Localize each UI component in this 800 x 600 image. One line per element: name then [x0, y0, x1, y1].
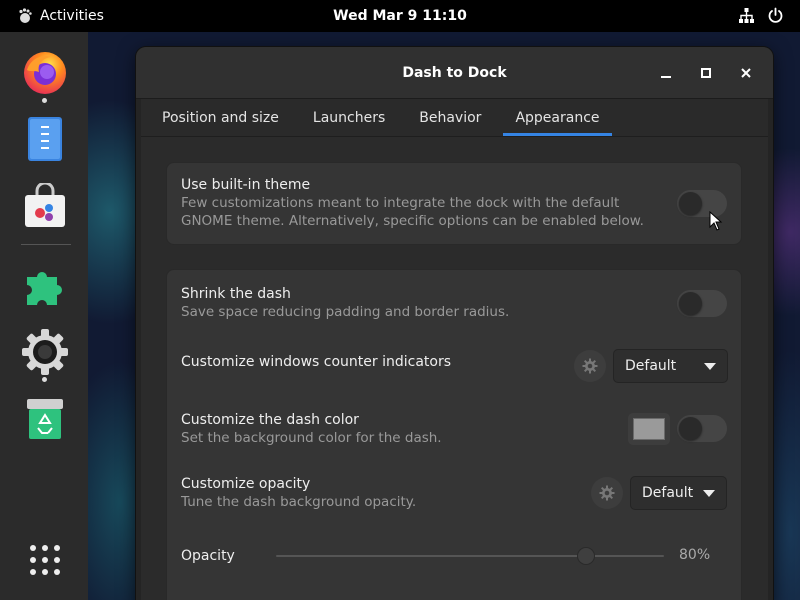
chevron-down-icon [703, 490, 715, 497]
builtin-theme-description-2: GNOME theme. Alternatively, specific opt… [181, 213, 644, 229]
system-tray[interactable] [738, 7, 784, 24]
switch-knob [679, 417, 702, 440]
builtin-theme-row: Use built-in theme Few customizations me… [181, 177, 727, 230]
switch-knob [679, 292, 702, 315]
tab-label: Appearance [515, 109, 600, 126]
shrink-dash-switch[interactable] [677, 290, 727, 317]
builtin-theme-label: Use built-in theme [181, 177, 311, 193]
dock-item-trash[interactable] [19, 392, 71, 444]
counter-indicators-dropdown[interactable]: Default [613, 349, 728, 383]
running-indicator [42, 377, 47, 382]
running-indicator [42, 98, 47, 103]
dock [0, 32, 88, 600]
preferences-window: Dash to Dock Position and size Launchers… [136, 47, 773, 600]
counter-indicators-settings-button[interactable] [574, 350, 606, 382]
dock-item-extensions[interactable] [19, 261, 71, 313]
gear-icon [582, 358, 598, 374]
gear-icon [599, 485, 615, 501]
dock-item-software[interactable] [19, 180, 71, 232]
extensions-icon [27, 272, 62, 305]
close-button[interactable] [731, 58, 761, 88]
software-icon [25, 183, 65, 227]
opacity-slider-track[interactable] [276, 555, 664, 557]
trash-icon [27, 399, 63, 439]
network-icon[interactable] [738, 7, 755, 24]
power-icon[interactable] [767, 7, 784, 24]
files-icon [28, 117, 62, 161]
minimize-button[interactable] [651, 58, 681, 88]
maximize-icon [701, 68, 711, 78]
tab-launchers[interactable]: Launchers [301, 99, 397, 136]
dash-color-switch[interactable] [677, 415, 727, 442]
switch-knob [679, 192, 702, 215]
window-title: Dash to Dock [402, 64, 507, 81]
dropdown-value: Default [625, 358, 677, 374]
dock-item-settings[interactable] [19, 326, 71, 378]
firefox-icon [24, 52, 66, 94]
opacity-value: 80% [679, 547, 711, 563]
show-apps-button[interactable] [19, 534, 71, 586]
clock-label[interactable]: Wed Mar 9 11:10 [333, 8, 467, 24]
dock-item-files[interactable] [19, 113, 71, 165]
shrink-dash-description: Save space reducing padding and border r… [181, 304, 510, 320]
dock-item-firefox[interactable] [19, 46, 71, 98]
chevron-down-icon [704, 363, 716, 370]
activities-button[interactable]: Activities [0, 8, 104, 24]
tab-bar: Position and size Launchers Behavior App… [141, 99, 768, 137]
dash-color-button[interactable] [628, 413, 670, 445]
dock-separator [21, 244, 71, 245]
appearance-options-card: Shrink the dash Save space reducing padd… [166, 269, 742, 600]
window-headerbar[interactable]: Dash to Dock [136, 47, 773, 99]
tab-label: Behavior [419, 109, 482, 126]
builtin-theme-description-1: Few customizations meant to integrate th… [181, 195, 620, 211]
tab-label: Position and size [162, 109, 279, 126]
builtin-theme-card: Use built-in theme Few customizations me… [166, 162, 742, 245]
clock: Wed Mar 9 11:10 [0, 8, 800, 24]
preferences-content: Position and size Launchers Behavior App… [141, 99, 768, 600]
maximize-button[interactable] [691, 58, 721, 88]
color-swatch [633, 418, 665, 440]
activities-label: Activities [40, 8, 104, 24]
mouse-pointer-icon [709, 211, 723, 231]
minimize-icon [661, 76, 671, 78]
tab-behavior[interactable]: Behavior [407, 99, 493, 136]
opacity-settings-button[interactable] [591, 477, 623, 509]
settings-icon [22, 329, 68, 375]
app-grid-icon [30, 545, 60, 575]
window-controls [651, 58, 761, 88]
dropdown-value: Default [642, 485, 694, 501]
opacity-mode-dropdown[interactable]: Default [630, 476, 727, 510]
top-bar: Activities Wed Mar 9 11:10 [0, 0, 800, 32]
tab-position-and-size[interactable]: Position and size [150, 99, 291, 136]
shrink-dash-row: Shrink the dash Save space reducing padd… [181, 286, 727, 321]
tab-appearance[interactable]: Appearance [503, 99, 612, 136]
close-icon [741, 68, 751, 78]
gnome-foot-icon [19, 8, 32, 23]
shrink-dash-label: Shrink the dash [181, 286, 291, 302]
tab-label: Launchers [312, 109, 386, 126]
